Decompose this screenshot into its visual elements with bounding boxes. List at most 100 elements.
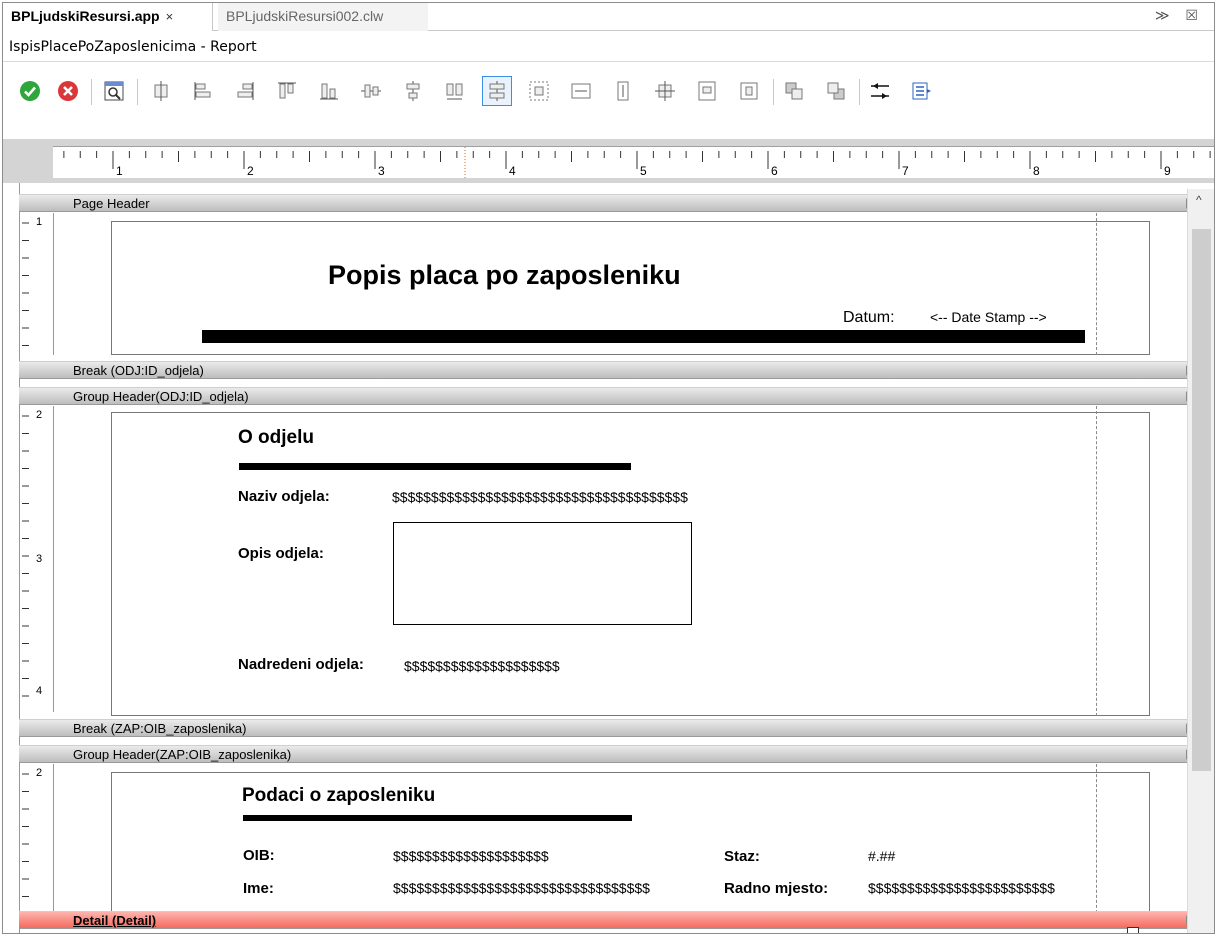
space-h-button[interactable] xyxy=(524,76,554,106)
vruler-number: 2 xyxy=(36,767,42,779)
align-bottom-button[interactable] xyxy=(314,76,344,106)
right-margin-guide xyxy=(1096,406,1097,716)
center-section-h-button[interactable] xyxy=(692,76,722,106)
header-underline[interactable] xyxy=(202,330,1085,343)
band-label: Page Header xyxy=(73,196,150,211)
same-height-button[interactable] xyxy=(482,76,512,106)
align-center-h-button[interactable] xyxy=(146,76,176,106)
datum-label[interactable]: Datum: xyxy=(843,309,895,327)
send-back-button[interactable] xyxy=(821,76,851,106)
nadredeni-odjela-field[interactable]: $$$$$$$$$$$$$$$$$$$$ xyxy=(404,658,560,674)
center-dialog-button[interactable] xyxy=(650,76,680,106)
tab-overflow-controls[interactable]: ≫ ☒ xyxy=(1155,7,1204,24)
align-top-icon xyxy=(278,82,296,99)
staz-label[interactable]: Staz: xyxy=(724,848,760,865)
scroll-up-icon[interactable]: ^ xyxy=(1196,193,1202,207)
resize-icon xyxy=(617,81,629,101)
toolbar-separator xyxy=(91,79,92,105)
ruler-number: 1 xyxy=(116,164,123,178)
ime-field[interactable]: $$$$$$$$$$$$$$$$$$$$$$$$$$$$$$$$$ xyxy=(393,880,650,896)
center-section-v-button[interactable] xyxy=(734,76,764,106)
opis-odjela-textbox[interactable] xyxy=(393,522,692,625)
align-center-h-icon xyxy=(154,81,168,101)
populate-button[interactable] xyxy=(907,76,937,106)
ruler-number: 6 xyxy=(771,164,778,178)
date-stamp-field[interactable]: <-- Date Stamp --> xyxy=(930,309,1047,325)
ruler-number: 5 xyxy=(640,164,647,178)
center-vertical-button[interactable] xyxy=(356,76,386,106)
vertical-scrollbar[interactable]: ^ xyxy=(1187,189,1214,933)
center-horizontal-button[interactable] xyxy=(398,76,428,106)
page-header-section: Popis placa po zaposleniku Datum: <-- Da… xyxy=(111,221,1150,355)
close-icon[interactable]: × xyxy=(166,9,174,24)
tab-bar: BPLjudskiResursi.app × BPLjudskiResursi00… xyxy=(3,3,1214,31)
band-break-odjel[interactable]: Break (ODJ:ID_odjela) xyxy=(19,361,1191,379)
tab-app-label: BPLjudskiResursi.app xyxy=(11,8,160,24)
tab-order-button[interactable] xyxy=(865,76,895,106)
align-bottom-icon xyxy=(320,83,338,100)
align-left-button[interactable] xyxy=(188,76,218,106)
odjel-heading[interactable]: O odjelu xyxy=(238,427,314,449)
ok-icon xyxy=(20,81,40,101)
ruler-number: 7 xyxy=(902,164,909,178)
ruler-number: 8 xyxy=(1033,164,1040,178)
vruler-number: 2 xyxy=(36,409,42,421)
zaposlenik-underline[interactable] xyxy=(243,815,632,821)
cancel-button[interactable] xyxy=(53,76,83,106)
resize-button[interactable] xyxy=(608,76,638,106)
align-left-icon xyxy=(194,82,211,100)
bring-front-button[interactable] xyxy=(779,76,809,106)
tab-clw[interactable]: BPLjudskiResursi002.clw xyxy=(218,3,428,31)
oib-field[interactable]: $$$$$$$$$$$$$$$$$$$$ xyxy=(393,848,549,864)
staz-field[interactable]: #.## xyxy=(868,848,895,864)
align-right-button[interactable] xyxy=(230,76,260,106)
nadredeni-odjela-label[interactable]: Nadredeni odjela: xyxy=(238,656,364,673)
radno-mjesto-label[interactable]: Radno mjesto: xyxy=(724,880,828,897)
band-group-header-zaposlenik[interactable]: Group Header(ZAP:OIB_zaposlenika) xyxy=(19,745,1191,763)
opis-odjela-label[interactable]: Opis odjela: xyxy=(238,545,324,562)
cancel-icon xyxy=(58,81,78,101)
toolbar-separator xyxy=(773,79,774,105)
same-height-icon xyxy=(489,81,505,101)
band-detail[interactable]: Detail (Detail) xyxy=(19,911,1191,929)
right-margin-guide xyxy=(1096,764,1097,918)
ruler-number: 4 xyxy=(509,164,516,178)
send-back-icon xyxy=(827,82,845,100)
ruler-number: 9 xyxy=(1164,164,1171,178)
odjel-underline[interactable] xyxy=(239,463,631,470)
ok-button[interactable] xyxy=(15,76,45,106)
horizontal-scroll-arrow[interactable] xyxy=(1127,927,1139,933)
space-h-icon xyxy=(529,81,549,101)
tab-app[interactable]: BPLjudskiResursi.app × xyxy=(3,3,213,31)
report-title[interactable]: Popis placa po zaposleniku xyxy=(328,260,681,291)
window-title: IspisPlacePoZaposlenicima - Report xyxy=(3,32,1214,62)
ruler-number: 3 xyxy=(378,164,385,178)
vertical-ruler-ticks: 2 3 4 xyxy=(22,409,42,697)
same-width-button[interactable] xyxy=(440,76,470,106)
naziv-odjela-label[interactable]: Naziv odjela: xyxy=(238,488,330,505)
center-dialog-icon xyxy=(655,81,675,101)
vertical-ruler-ticks: 1 xyxy=(22,216,42,346)
scrollbar-thumb[interactable] xyxy=(1192,229,1211,771)
band-page-header[interactable]: Page Header xyxy=(19,194,1191,212)
ruler-number: 2 xyxy=(247,164,254,178)
radno-mjesto-field[interactable]: $$$$$$$$$$$$$$$$$$$$$$$$ xyxy=(868,880,1055,896)
band-label: Detail (Detail) xyxy=(73,913,157,928)
ime-label[interactable]: Ime: xyxy=(243,880,274,897)
align-top-button[interactable] xyxy=(272,76,302,106)
report-editor-window: BPLjudskiResursi.app × BPLjudskiResursi00… xyxy=(2,2,1215,934)
naziv-odjela-field[interactable]: $$$$$$$$$$$$$$$$$$$$$$$$$$$$$$$$$$$$$$ xyxy=(392,489,732,505)
toolbar-separator xyxy=(137,79,138,105)
space-v-button[interactable] xyxy=(566,76,596,106)
preview-button[interactable] xyxy=(99,76,129,106)
oib-label[interactable]: OIB: xyxy=(243,847,275,864)
space-v-icon xyxy=(571,83,591,99)
populate-icon xyxy=(912,82,931,100)
vertical-ruler: 1 xyxy=(20,213,54,355)
band-group-header-odjel[interactable]: Group Header(ODJ:ID_odjela) xyxy=(19,387,1191,405)
vruler-number: 3 xyxy=(36,553,42,565)
vruler-number: 1 xyxy=(36,216,42,228)
band-break-zaposlenik[interactable]: Break (ZAP:OIB_zaposlenika) xyxy=(19,719,1191,737)
zaposlenik-heading[interactable]: Podaci o zaposleniku xyxy=(242,785,435,807)
zaposlenik-section: Podaci o zaposleniku OIB: $$$$$$$$$$$$$$… xyxy=(111,772,1150,918)
